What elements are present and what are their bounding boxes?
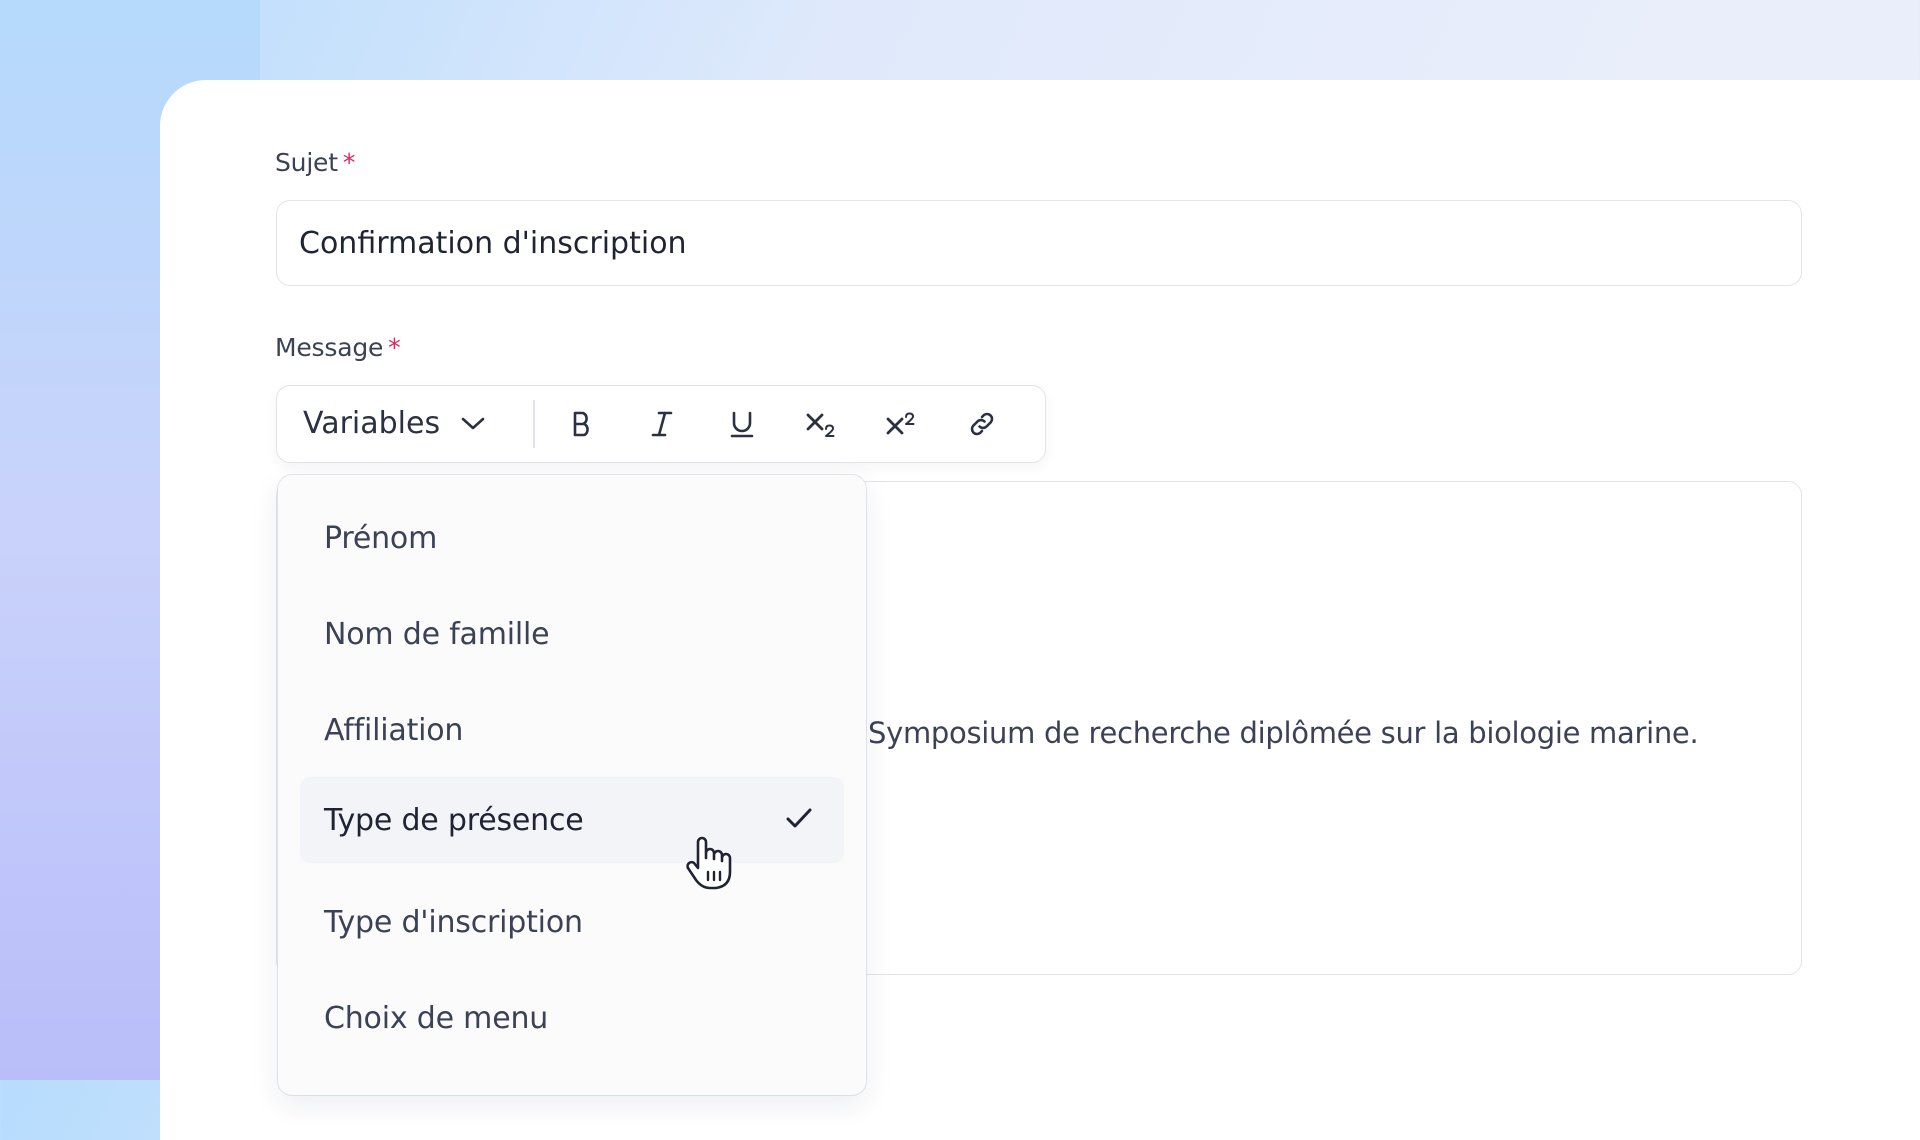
subject-input[interactable]: Confirmation d'inscription [276, 200, 1802, 286]
dropdown-item-label: Nom de famille [324, 616, 550, 652]
subscript-icon [806, 413, 835, 437]
subject-input-value: Confirmation d'inscription [299, 225, 687, 261]
underline-icon [730, 411, 754, 438]
toolbar-divider [533, 400, 535, 448]
bold-button[interactable] [559, 401, 605, 447]
message-label-text: Message [275, 333, 384, 362]
checkmark-icon [786, 808, 812, 828]
dropdown-item-prenom[interactable]: Prénom [300, 495, 844, 581]
dropdown-item-label: Affiliation [324, 712, 464, 748]
link-button[interactable] [959, 401, 1005, 447]
dropdown-item-label: Type d'inscription [324, 904, 583, 940]
bold-icon [573, 411, 589, 437]
dropdown-item-type-de-presence[interactable]: Type de présence [300, 777, 844, 863]
dropdown-item-choix-de-menu[interactable]: Choix de menu [300, 975, 844, 1061]
chevron-down-icon [461, 417, 485, 429]
subject-label: Sujet * [275, 148, 355, 177]
underline-button[interactable] [719, 401, 765, 447]
required-asterisk: * [342, 148, 356, 177]
subject-label-text: Sujet [275, 148, 338, 177]
dropdown-item-label: Type de présence [324, 802, 584, 838]
subscript-button[interactable] [799, 401, 845, 447]
variables-dropdown-button[interactable]: Variables [303, 386, 486, 461]
dropdown-item-label: Prénom [324, 520, 438, 556]
required-asterisk: * [388, 333, 401, 362]
dropdown-item-type-d-inscription[interactable]: Type d'inscription [300, 879, 844, 965]
variables-label: Variables [303, 406, 441, 441]
link-icon [970, 412, 994, 436]
message-label: Message * [275, 333, 401, 362]
variables-dropdown-menu: Prénom Nom de famille Affiliation Type d… [278, 475, 866, 1095]
dropdown-item-label: Choix de menu [324, 1000, 549, 1036]
hand-pointer-cursor-icon [686, 836, 732, 890]
dropdown-item-nom-de-famille[interactable]: Nom de famille [300, 591, 844, 677]
message-editor-text: Symposium de recherche diplômée sur la b… [868, 716, 1699, 750]
superscript-icon [886, 412, 915, 435]
superscript-button[interactable] [879, 401, 925, 447]
dropdown-item-affiliation[interactable]: Affiliation [300, 687, 844, 773]
italic-icon [651, 411, 673, 437]
italic-button[interactable] [639, 401, 685, 447]
editor-toolbar: Variables [276, 385, 1046, 463]
